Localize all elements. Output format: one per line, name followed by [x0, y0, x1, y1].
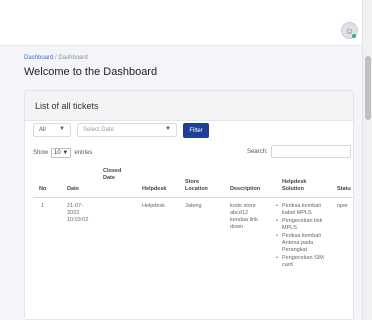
- column-header-helpdesk-solution-line1: Helpdesk: [282, 179, 307, 185]
- cell-no: 1: [41, 203, 45, 209]
- page-scrollbar[interactable]: [362, 0, 372, 320]
- cell-description-line1: kode store: [230, 203, 256, 209]
- entries-select[interactable]: 10 ▼: [51, 148, 72, 158]
- status-select[interactable]: All ▼: [33, 123, 71, 137]
- search-label: Search:: [247, 148, 268, 155]
- breadcrumb: Dashboard / Dashboard: [24, 55, 88, 61]
- table-search: Search:: [247, 145, 351, 158]
- breadcrumb-current: Dashboard: [58, 55, 88, 61]
- cell-description-line4: down: [230, 224, 244, 230]
- column-header-status[interactable]: Statu: [337, 186, 351, 193]
- page-title: Welcome to the Dashboard: [24, 66, 158, 78]
- entries-label: entries: [74, 150, 93, 156]
- breadcrumb-home-link[interactable]: Dashboard: [24, 55, 53, 61]
- scrollbar-thumb[interactable]: [365, 56, 371, 120]
- column-header-closed-date-line2: Date: [103, 175, 115, 181]
- date-select-placeholder: Select Date: [83, 127, 115, 133]
- cell-date-line2: 2023: [67, 210, 80, 216]
- column-header-store-location[interactable]: Store Location: [185, 179, 208, 193]
- online-status-indicator: [352, 34, 356, 38]
- column-header-date[interactable]: Date: [67, 186, 79, 193]
- top-navbar: ☺: [0, 0, 362, 46]
- cell-status: oper: [337, 203, 349, 209]
- column-header-closed-date[interactable]: Closed Date: [103, 168, 121, 182]
- cell-store-location: Jateng: [185, 203, 202, 209]
- column-header-helpdesk[interactable]: Helpdesk: [142, 186, 166, 193]
- cell-description-line3: kendaa link: [230, 217, 258, 223]
- chevron-down-icon: ▼: [59, 126, 65, 132]
- table-header-divider: [33, 197, 353, 198]
- cell-date: 21-07- 2023 10:03:02: [67, 203, 88, 224]
- column-header-store-location-line1: Store: [185, 179, 200, 185]
- date-select[interactable]: Select Date ▼: [77, 123, 177, 137]
- cell-description: kode store abcd12 kendaa link down: [230, 203, 258, 231]
- entries-select-value: 10: [54, 150, 61, 156]
- cell-date-line3: 10:03:02: [67, 217, 89, 223]
- user-avatar[interactable]: ☺: [341, 22, 358, 39]
- cell-helpdesk-solution: Periksa kembali kabel MPLS Pengecekan li…: [275, 203, 327, 270]
- tickets-card: List of all tickets All ▼ Select Date ▼ …: [24, 90, 354, 320]
- column-header-no[interactable]: No: [39, 186, 46, 193]
- solution-item: Pengecekan link MPLS: [275, 218, 327, 232]
- app-frame: ☺ Dashboard / Dashboard Welcome to the D…: [0, 0, 372, 320]
- chevron-down-icon: ▼: [165, 126, 171, 132]
- cell-date-line1: 21-07-: [67, 203, 83, 209]
- entries-length-control: Show 10 ▼ entries: [33, 148, 92, 158]
- filter-button[interactable]: Filter: [183, 123, 209, 138]
- card-title: List of all tickets: [25, 91, 353, 121]
- status-select-value: All: [39, 127, 46, 133]
- column-header-helpdesk-solution[interactable]: Helpdesk Solution: [282, 179, 306, 193]
- column-header-description[interactable]: Description: [230, 186, 260, 193]
- column-header-store-location-line2: Location: [185, 186, 208, 192]
- column-header-helpdesk-solution-line2: Solution: [282, 186, 304, 192]
- cell-helpdesk: Helpdesk: [142, 203, 165, 209]
- show-label: Show: [33, 150, 49, 156]
- column-header-closed-date-line1: Closed: [103, 168, 122, 174]
- solution-item: Periksa kembali Antena pada Perangkat: [275, 233, 327, 254]
- cell-description-line2: abcd12: [230, 210, 249, 216]
- solution-item: Pengecekan SIM card: [275, 255, 327, 269]
- search-input[interactable]: [270, 145, 351, 158]
- solution-item: Periksa kembali kabel MPLS: [275, 203, 327, 217]
